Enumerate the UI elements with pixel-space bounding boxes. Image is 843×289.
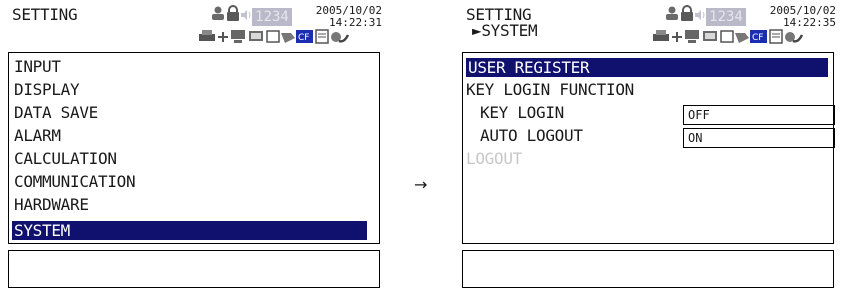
counter-display: 1234	[706, 8, 746, 26]
paint-icon	[785, 32, 804, 43]
svg-text:CF: CF	[298, 33, 309, 43]
auto-logout-value-field[interactable]: ON	[683, 128, 835, 148]
printer-icon	[199, 30, 215, 41]
network-icon	[218, 32, 228, 42]
document-icon	[315, 29, 329, 44]
pc-icon	[231, 30, 245, 43]
key-login-value-field[interactable]: OFF	[683, 105, 835, 125]
time-display: 14:22:35	[783, 16, 836, 29]
menu-item-input[interactable]: INPUT	[14, 57, 61, 76]
lock-icon	[681, 5, 693, 21]
flow-arrow: →	[414, 175, 428, 194]
cf-card-icon: CF	[296, 30, 313, 43]
document-icon	[281, 33, 295, 43]
menu-item-logout: LOGOUT	[466, 149, 522, 168]
network-icon	[672, 32, 682, 42]
message-area	[462, 250, 834, 288]
user-icon	[666, 6, 678, 20]
setting-screen-left: SETTING 1234 2005/10/02 14:22:31 CF INPU…	[0, 0, 386, 289]
time-display: 14:22:31	[329, 16, 382, 29]
monitor-icon	[249, 31, 263, 41]
menu-item-data-save[interactable]: DATA SAVE	[14, 103, 98, 122]
sound-icon	[695, 10, 705, 20]
menu-item-display[interactable]: DISPLAY	[14, 80, 80, 99]
menu-item-auto-logout[interactable]: AUTO LOGOUT	[480, 126, 583, 145]
menu-item-key-login[interactable]: KEY LOGIN	[480, 103, 564, 122]
menu-item-key-login-function[interactable]: KEY LOGIN FUNCTION	[466, 80, 634, 99]
menu-item-hardware[interactable]: HARDWARE	[14, 195, 89, 214]
card-icon	[720, 30, 734, 43]
document-icon	[735, 33, 749, 43]
message-area	[8, 250, 380, 288]
menu-item-communication[interactable]: COMMUNICATION	[14, 172, 136, 191]
menu-item-user-register[interactable]: USER REGISTER	[466, 58, 828, 77]
setting-screen-right: SETTING ►SYSTEM 1234 2005/10/02 14:22:35	[454, 0, 840, 289]
counter-display: 1234	[252, 8, 292, 26]
svg-text:CF: CF	[752, 33, 763, 43]
status-area: 1234 2005/10/02 14:22:35 CF	[650, 3, 840, 47]
sound-icon	[241, 10, 251, 20]
document-icon	[769, 29, 783, 44]
cf-card-icon: CF	[750, 30, 767, 43]
menu-item-calculation[interactable]: CALCULATION	[14, 149, 117, 168]
user-icon	[212, 6, 224, 20]
printer-icon	[653, 30, 669, 41]
status-area: 1234 2005/10/02 14:22:31 CF	[196, 3, 386, 47]
menu-item-alarm[interactable]: ALARM	[14, 126, 61, 145]
screen-title: SETTING	[12, 5, 78, 24]
menu-item-system[interactable]: SYSTEM	[12, 221, 367, 240]
card-icon	[266, 30, 280, 43]
monitor-icon	[703, 31, 717, 41]
pc-icon	[685, 30, 699, 43]
paint-icon	[331, 32, 350, 43]
lock-icon	[227, 5, 239, 21]
breadcrumb: ►SYSTEM	[472, 21, 538, 40]
